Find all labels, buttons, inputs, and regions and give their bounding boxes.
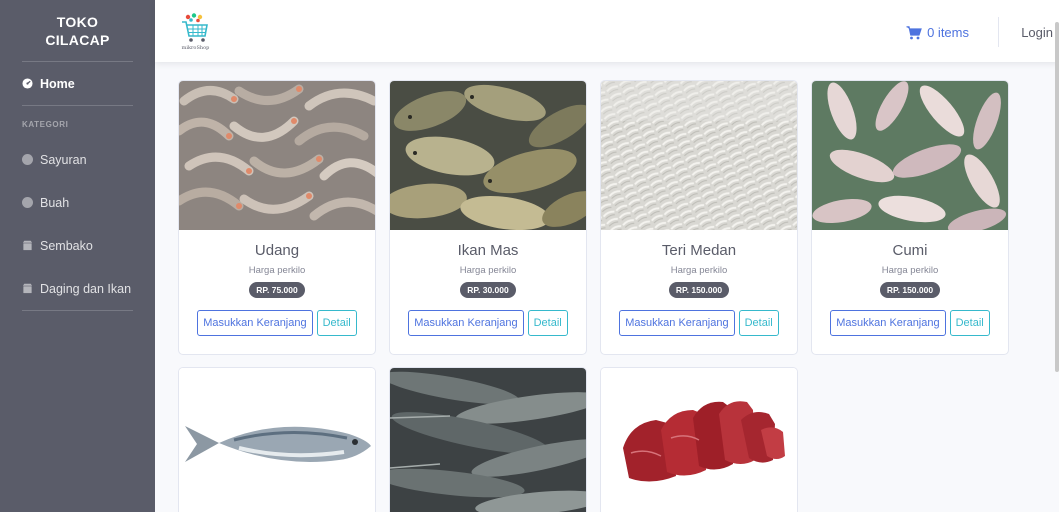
product-image-catfish <box>390 368 586 512</box>
product-subtitle: Harga perkilo <box>881 265 939 276</box>
topbar: mikroShop 0 items Login <box>155 0 1059 372</box>
brand-logo[interactable]: TOKO CILACAP <box>0 0 155 61</box>
product-name: Udang <box>254 242 300 259</box>
sidebar-divider <box>22 310 133 311</box>
scrollbar[interactable] <box>1055 22 1059 372</box>
brand-line-2: CILACAP <box>45 31 110 48</box>
cart-link[interactable]: 0 items <box>906 25 969 40</box>
shop-icon <box>22 240 33 251</box>
product-card: Teri Medan Harga perkilo RP. 150.000 Mas… <box>600 80 798 355</box>
product-image-beef <box>601 368 797 512</box>
product-image-shrimp <box>179 81 375 230</box>
logo-text: mikroShop <box>182 45 210 51</box>
sidebar-item-daging-dan-ikan[interactable]: Daging dan Ikan <box>0 267 155 310</box>
product-card: Cumi Harga perkilo RP. 150.000 Masukkan … <box>811 80 1009 355</box>
circle-icon <box>22 154 33 165</box>
product-image-squid <box>812 81 1008 230</box>
add-to-cart-button[interactable]: Masukkan Keranjang <box>408 310 524 336</box>
product-card <box>600 367 798 512</box>
product-card <box>178 367 376 512</box>
add-to-cart-button[interactable]: Masukkan Keranjang <box>830 310 946 336</box>
product-name: Teri Medan <box>661 242 737 259</box>
product-name: Cumi <box>892 242 928 259</box>
cart-logo-icon: mikroShop <box>173 12 218 52</box>
product-subtitle: Harga perkilo <box>670 265 728 276</box>
sidebar-item-label: Buah <box>40 195 70 210</box>
detail-button[interactable]: Detail <box>949 310 990 336</box>
sidebar-item-buah[interactable]: Buah <box>0 181 155 224</box>
shop-logo[interactable]: mikroShop <box>173 12 218 52</box>
sidebar-item-home[interactable]: Home <box>0 62 155 105</box>
sidebar-item-label: Home <box>40 76 75 91</box>
cart-count: 0 items <box>927 25 969 40</box>
detail-button[interactable]: Detail <box>316 310 357 336</box>
add-to-cart-button[interactable]: Masukkan Keranjang <box>197 310 313 336</box>
detail-button[interactable]: Detail <box>527 310 568 336</box>
sidebar-item-label: Sembako <box>40 238 93 253</box>
sidebar-heading: KATEGORI <box>22 120 69 129</box>
product-name: Ikan Mas <box>457 242 519 259</box>
sidebar-item-sembako[interactable]: Sembako <box>0 224 155 267</box>
product-card <box>389 367 587 512</box>
brand-line-1: TOKO <box>56 13 99 30</box>
shop-icon <box>22 283 33 294</box>
product-image-anchovy <box>601 81 797 230</box>
product-image-carp <box>390 81 586 230</box>
sidebar-item-sayuran[interactable]: Sayuran <box>0 138 155 181</box>
price-badge: RP. 150.000 <box>879 282 941 298</box>
sidebar: TOKO CILACAP Home KATEGORI Sayuran Buah S… <box>0 0 155 512</box>
price-badge: RP. 150.000 <box>668 282 730 298</box>
add-to-cart-button[interactable]: Masukkan Keranjang <box>619 310 735 336</box>
sidebar-item-label: Sayuran <box>40 152 87 167</box>
product-subtitle: Harga perkilo <box>459 265 517 276</box>
product-image-mackerel <box>179 368 375 512</box>
product-subtitle: Harga perkilo <box>248 265 306 276</box>
price-badge: RP. 75.000 <box>249 282 305 298</box>
product-card: Ikan Mas Harga perkilo RP. 30.000 Masukk… <box>389 80 587 355</box>
detail-button[interactable]: Detail <box>738 310 779 336</box>
shopping-cart-icon <box>906 25 922 39</box>
product-card: Udang Harga perkilo RP. 75.000 Masukkan … <box>178 80 376 355</box>
tachometer-icon <box>22 78 33 89</box>
login-link[interactable]: Login <box>1021 25 1053 40</box>
price-badge: RP. 30.000 <box>460 282 516 298</box>
sidebar-item-label: Daging dan Ikan <box>40 281 132 296</box>
circle-icon <box>22 197 33 208</box>
topbar-divider <box>998 17 999 47</box>
